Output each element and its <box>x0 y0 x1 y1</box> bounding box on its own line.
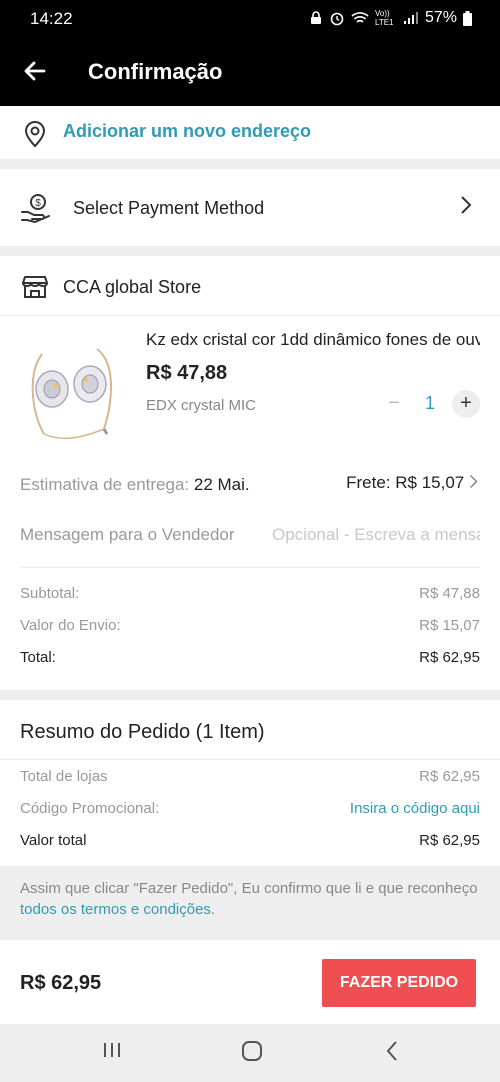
status-bar: 14:22 Vo)) LTE1 57% <box>0 0 500 40</box>
battery-icon <box>463 10 472 26</box>
grand-total-value: R$ 62,95 <box>419 832 480 849</box>
stores-total-value: R$ 62,95 <box>419 768 480 785</box>
promo-code-label: Código Promocional: <box>20 800 160 817</box>
terms-notice: Assim que clicar "Fazer Pedido", Eu conf… <box>0 866 500 928</box>
store-order-card: CCA global Store Kz edx cristal cor 1dd … <box>0 256 500 690</box>
lock-icon <box>310 11 321 24</box>
store-icon <box>22 276 48 298</box>
product-image[interactable] <box>22 334 132 444</box>
home-icon[interactable] <box>241 1040 263 1062</box>
summary-title: Resumo do Pedido (1 Item) <box>20 721 265 743</box>
shipping-fee: Frete: R$ 15,07 <box>346 473 465 492</box>
subtotal-value: R$ 47,88 <box>419 585 480 602</box>
delivery-date: 22 Mai. <box>193 475 250 494</box>
seller-message-label: Mensagem para o Vendedor <box>20 525 235 544</box>
recent-apps-icon[interactable] <box>102 1040 122 1060</box>
quantity-stepper: − 1 + <box>380 390 480 420</box>
decrease-quantity-button[interactable]: − <box>380 390 408 418</box>
subtotal-label: Subtotal: <box>20 585 80 602</box>
location-pin-icon <box>24 121 46 148</box>
back-arrow-icon[interactable] <box>20 56 50 86</box>
system-nav-bar <box>0 1024 500 1082</box>
back-nav-icon[interactable] <box>384 1040 400 1062</box>
network-label: Vo)) LTE1 <box>374 9 394 27</box>
stores-total-label: Total de lojas <box>20 768 108 785</box>
terms-link[interactable]: todos os termos e condições <box>20 901 211 918</box>
store-total-value: R$ 62,95 <box>419 649 480 666</box>
divider <box>0 315 500 316</box>
page-title: Confirmação <box>88 59 223 84</box>
delivery-estimate: Estimativa de entrega: 22 Mai. <box>20 475 250 495</box>
place-order-button[interactable]: FAZER PEDIDO <box>322 959 476 1007</box>
shipping-option[interactable]: Frete: R$ 15,07 <box>346 473 478 493</box>
store-name: CCA global Store <box>63 277 202 297</box>
grand-total-label: Valor total <box>20 832 87 849</box>
add-address-row[interactable]: Adicionar um novo endereço <box>0 106 500 159</box>
chevron-right-icon <box>469 474 478 489</box>
signal-icon <box>403 12 418 24</box>
divider <box>0 759 500 760</box>
divider <box>20 567 480 568</box>
status-icons: Vo)) LTE1 57% <box>309 9 472 27</box>
shipping-cost-label: Valor do Envio: <box>20 617 121 634</box>
payment-method-label: Select Payment Method <box>73 198 265 218</box>
payment-method-row[interactable]: $ Select Payment Method <box>0 169 500 246</box>
chevron-right-icon <box>460 195 472 221</box>
store-total-label: Total: <box>20 649 56 666</box>
terms-text: Assim que clicar "Fazer Pedido", Eu conf… <box>20 880 478 897</box>
order-summary: Resumo do Pedido (1 Item) Total de lojas… <box>0 700 500 866</box>
promo-code-link[interactable]: Insira o código aqui <box>350 800 480 817</box>
status-time: 14:22 <box>30 9 73 28</box>
product-variant: EDX crystal MIC <box>146 397 257 414</box>
quantity-value: 1 <box>424 393 435 413</box>
product-price: R$ 47,88 <box>146 362 228 384</box>
checkout-total: R$ 62,95 <box>20 972 102 994</box>
alarm-icon <box>330 12 344 26</box>
battery-percent: 57% <box>424 9 457 26</box>
app-bar: Confirmação <box>0 40 500 106</box>
checkout-bar: R$ 62,95 FAZER PEDIDO <box>0 940 500 1024</box>
wifi-icon <box>351 12 369 23</box>
svg-text:$: $ <box>35 198 41 209</box>
add-address-link[interactable]: Adicionar um novo endereço <box>63 121 311 142</box>
product-name[interactable]: Kz edx cristal cor 1dd dinâmico fones de… <box>146 330 480 350</box>
increase-quantity-button[interactable]: + <box>452 390 480 418</box>
delivery-label: Estimativa de entrega: <box>20 475 194 494</box>
shipping-cost-value: R$ 15,07 <box>419 617 480 634</box>
seller-message-input[interactable] <box>272 523 480 547</box>
payment-hand-icon: $ <box>21 194 50 223</box>
terms-end: . <box>210 901 216 918</box>
